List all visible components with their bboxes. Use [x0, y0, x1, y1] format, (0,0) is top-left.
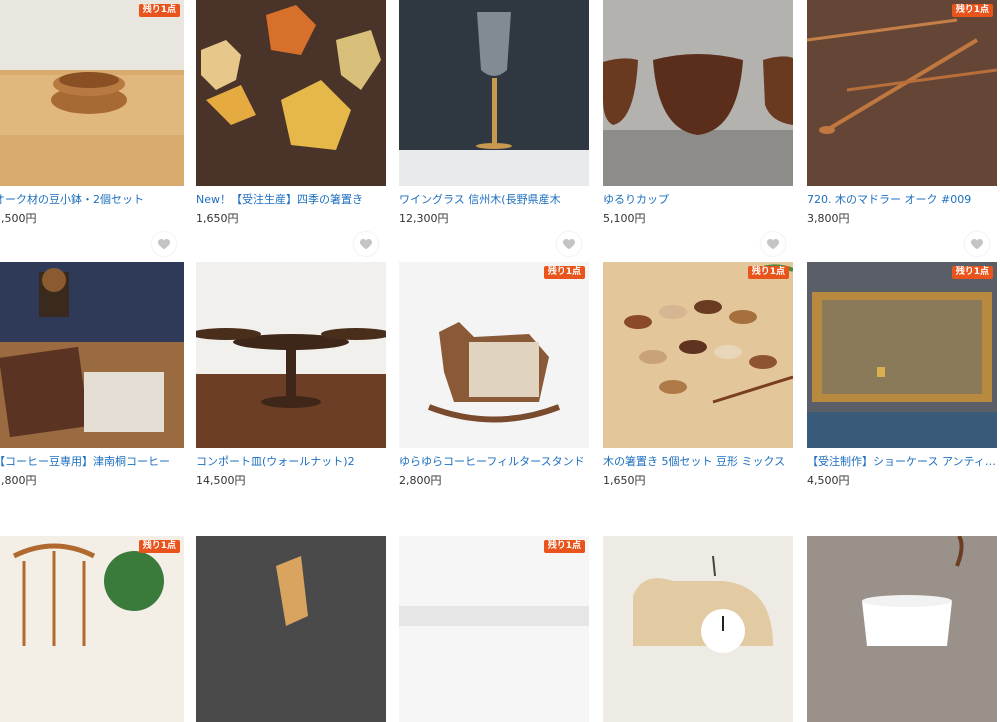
product-price: 3,800円 [807, 212, 850, 225]
wooden-bowls-image [0, 0, 184, 186]
product-grid: 残り1点 オーク材の豆小鉢・2個セット 5,500円 New！【受注生産】四季の… [0, 0, 1000, 722]
compote-dishes-image [196, 262, 386, 448]
stock-badge: 残り1点 [543, 540, 585, 553]
product-price: 14,500円 [196, 474, 246, 487]
favorite-button[interactable] [965, 232, 989, 256]
stock-badge: 残り1点 [951, 4, 993, 17]
product-title[interactable]: ゆらゆらコーヒーフィルタースタンド [399, 455, 589, 469]
product-photo[interactable] [0, 536, 184, 722]
product-price: 5,100円 [603, 212, 646, 225]
windsor-chair-image [0, 536, 184, 722]
product-photo[interactable] [807, 262, 997, 448]
product-title[interactable]: ゆるりカップ [603, 193, 793, 207]
hippo-clock-image [603, 536, 793, 722]
heart-icon [970, 238, 984, 250]
glass-showcase-image [807, 262, 997, 448]
heart-icon [562, 238, 576, 250]
stock-badge: 残り1点 [543, 266, 585, 279]
wooden-stirrers-image [807, 0, 997, 186]
rocking-horse-filter-stand-image [399, 262, 589, 448]
product-photo[interactable] [807, 536, 997, 722]
product-photo[interactable] [399, 536, 589, 722]
leaf-chopstick-rests-image [196, 0, 386, 186]
product-title[interactable]: コンポート皿(ウォールナット)2 [196, 455, 386, 469]
product-title[interactable]: ワイングラス 信州木(長野県産木 [399, 193, 589, 207]
white-cup-image [807, 536, 997, 722]
product-photo[interactable] [196, 262, 386, 448]
product-price: 5,500円 [0, 212, 37, 225]
product-price: 5,800円 [0, 474, 37, 487]
product-price: 12,300円 [399, 212, 449, 225]
heart-icon [157, 238, 171, 250]
product-price: 2,800円 [399, 474, 442, 487]
coffee-box-image [0, 262, 184, 448]
product-photo[interactable] [0, 262, 184, 448]
product-title[interactable]: 720. 木のマドラー オーク #009 [807, 193, 997, 207]
product-photo[interactable] [807, 0, 997, 186]
product-title[interactable]: 【コーヒー豆専用】津南桐コーヒー [0, 455, 184, 469]
heart-icon [766, 238, 780, 250]
bean-chopstick-rests-image [603, 262, 793, 448]
favorite-button[interactable] [557, 232, 581, 256]
stock-badge: 残り1点 [138, 4, 180, 17]
product-price: 4,500円 [807, 474, 850, 487]
heart-icon [359, 238, 373, 250]
product-photo[interactable] [603, 0, 793, 186]
wooden-cups-image [603, 0, 793, 186]
favorite-button[interactable] [761, 232, 785, 256]
product-title[interactable]: 木の箸置き 5個セット 豆形 ミックス [603, 455, 793, 469]
wooden-spatula-image [196, 536, 386, 722]
product-photo[interactable] [196, 536, 386, 722]
product-title[interactable]: New！【受注生産】四季の箸置き [196, 193, 386, 207]
product-photo[interactable] [399, 262, 589, 448]
stock-badge: 残り1点 [138, 540, 180, 553]
favorite-button[interactable] [152, 232, 176, 256]
product-price: 1,650円 [603, 474, 646, 487]
product-price: 1,650円 [196, 212, 239, 225]
product-title[interactable]: オーク材の豆小鉢・2個セット [0, 193, 184, 207]
wine-glass-image [399, 0, 589, 186]
favorite-button[interactable] [354, 232, 378, 256]
product-photo[interactable] [0, 0, 184, 186]
product-photo[interactable] [603, 262, 793, 448]
product-photo[interactable] [399, 0, 589, 186]
product-title[interactable]: 【受注制作】ショーケース アンティーク [807, 455, 997, 469]
product-photo[interactable] [603, 536, 793, 722]
stock-badge: 残り1点 [747, 266, 789, 279]
stock-badge: 残り1点 [951, 266, 993, 279]
white-product-image [399, 536, 589, 722]
product-photo[interactable] [196, 0, 386, 186]
